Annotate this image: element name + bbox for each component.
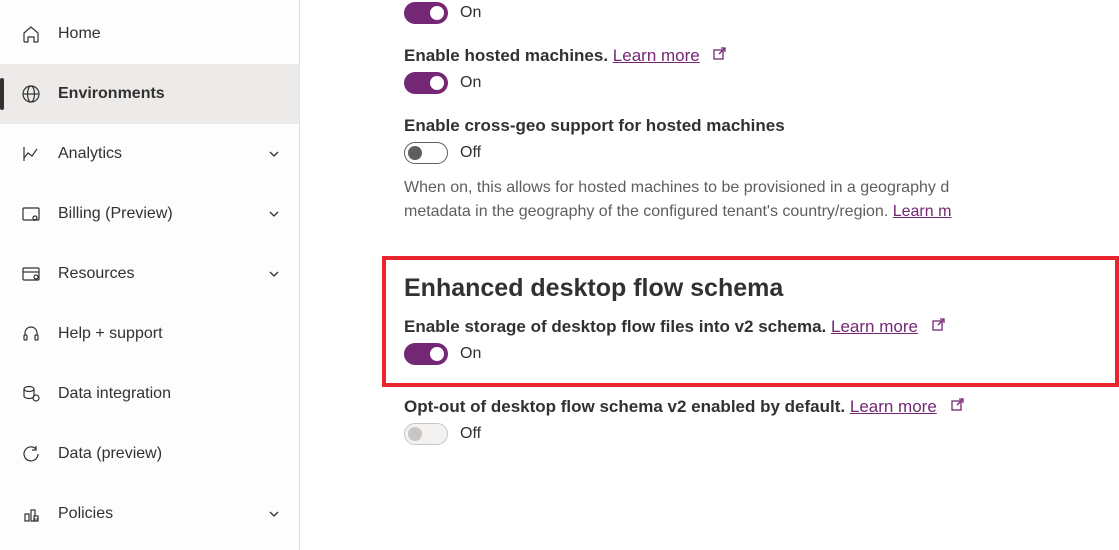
data-integration-icon [18, 384, 44, 404]
home-icon [18, 24, 44, 44]
resources-icon [18, 264, 44, 284]
learn-more-link[interactable]: Learn more [613, 46, 700, 65]
headset-icon [18, 324, 44, 344]
chevron-down-icon [267, 507, 281, 521]
sidebar-item-help[interactable]: Help + support [0, 304, 299, 364]
policies-icon [18, 504, 44, 524]
sidebar-item-label: Home [58, 25, 281, 43]
sidebar-item-label: Help + support [58, 325, 281, 343]
chevron-down-icon [267, 207, 281, 221]
analytics-icon [18, 144, 44, 164]
schema-heading: Enhanced desktop flow schema [404, 274, 1097, 303]
sidebar-item-datapreview[interactable]: Data (preview) [0, 424, 299, 484]
chevron-down-icon [267, 267, 281, 281]
sidebar-item-label: Resources [58, 265, 267, 283]
external-link-icon [931, 320, 945, 335]
billing-icon [18, 204, 44, 224]
sidebar-item-home[interactable]: Home [0, 4, 299, 64]
learn-more-link[interactable]: Learn more [850, 397, 937, 416]
toggle-hosted[interactable] [404, 72, 448, 94]
sidebar-item-label: Policies [58, 505, 267, 523]
learn-more-link[interactable]: Learn more [831, 317, 918, 336]
toggle-optout [404, 423, 448, 445]
sidebar-item-label: Data integration [58, 385, 281, 403]
sidebar-item-dataintegration[interactable]: Data integration [0, 364, 299, 424]
sidebar-item-label: Environments [58, 85, 281, 103]
sidebar-item-analytics[interactable]: Analytics [0, 124, 299, 184]
data-refresh-icon [18, 444, 44, 464]
sidebar-item-environments[interactable]: Environments [0, 64, 299, 124]
toggle-state-label: On [460, 74, 481, 92]
toggle-schema[interactable] [404, 343, 448, 365]
sidebar-item-billing[interactable]: Billing (Preview) [0, 184, 299, 244]
learn-more-link[interactable]: Learn m [893, 203, 952, 220]
sidebar-item-label: Billing (Preview) [58, 205, 267, 223]
chevron-down-icon [267, 147, 281, 161]
highlighted-schema-section: Enhanced desktop flow schema Enable stor… [382, 256, 1119, 387]
main-content: On Enable hosted machines. Learn more On… [300, 0, 1119, 550]
toggle-state-label: On [460, 345, 481, 363]
sidebar-item-label: Data (preview) [58, 445, 281, 463]
sidebar: Home Environments Analytics Billing (Pre… [0, 0, 300, 550]
setting-schema-title: Enable storage of desktop flow files int… [404, 317, 1097, 337]
setting-optout-title: Opt-out of desktop flow schema v2 enable… [404, 397, 1119, 417]
toggle-state-label: Off [460, 425, 481, 443]
globe-icon [18, 84, 44, 104]
setting-hosted-title: Enable hosted machines. Learn more [404, 46, 1119, 66]
sidebar-item-policies[interactable]: Policies [0, 484, 299, 544]
external-link-icon [712, 49, 726, 64]
toggle-state-label: Off [460, 144, 481, 162]
sidebar-item-resources[interactable]: Resources [0, 244, 299, 304]
external-link-icon [950, 400, 964, 415]
toggle-state-label: On [460, 4, 481, 22]
toggle-crossgeo[interactable] [404, 142, 448, 164]
sidebar-item-label: Analytics [58, 145, 267, 163]
toggle-setting-1[interactable] [404, 2, 448, 24]
crossgeo-description: When on, this allows for hosted machines… [404, 176, 1119, 224]
setting-crossgeo-title: Enable cross-geo support for hosted mach… [404, 116, 1119, 136]
